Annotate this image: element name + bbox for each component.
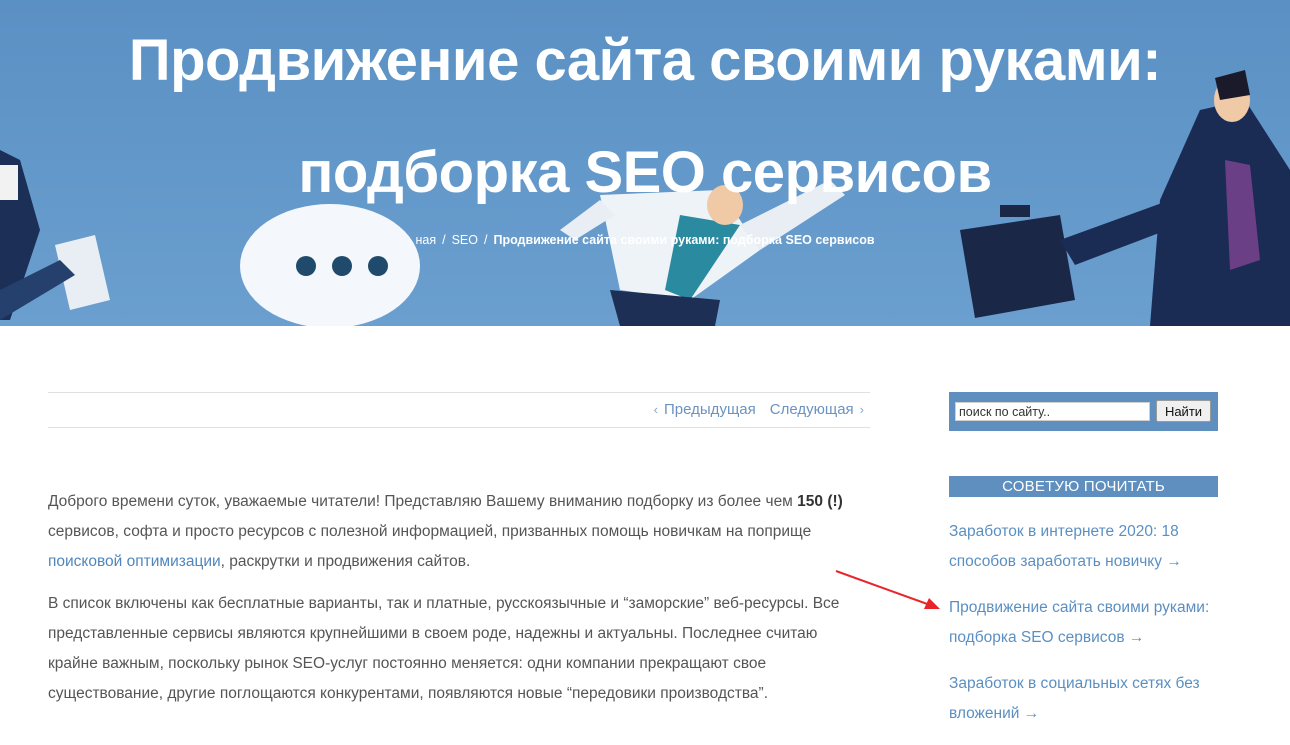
previous-post-link[interactable]: Предыдущая [664,401,756,418]
recommended-post-link[interactable]: Заработок в интернете 2020: 18 способов … [949,517,1239,577]
page-title-line1: Продвижение сайта своими руками: [128,28,1162,93]
breadcrumb: ная / SEO / Продвижение сайта своими руками:… [0,233,1290,247]
article-body: Доброго времени суток, уважаемые читател… [48,487,870,721]
search-input[interactable] [955,402,1150,421]
sidebar-search-widget: Найти [949,392,1218,431]
next-post-link[interactable]: Следующая [770,401,854,418]
recommended-posts-list: Заработок в интернете 2020: 18 способов … [949,517,1239,745]
recommended-widget-title: СОВЕТУЮ ПОЧИТАТЬ [949,476,1218,497]
recommended-post-link[interactable]: Продвижение сайта своими руками: подборк… [949,593,1239,653]
recommended-post-link[interactable]: Заработок в социальных сетях без вложени… [949,669,1239,729]
article-paragraph-2: В список включены как бесплатные вариант… [48,595,840,702]
article-text: Доброго времени суток, уважаемые читател… [48,493,798,510]
breadcrumb-separator: / [442,233,446,247]
article-text: сервисов, софта и просто ресурсов с поле… [48,523,812,540]
breadcrumb-category-link[interactable]: SEO [452,233,478,247]
breadcrumb-current: Продвижение сайта своими руками: подборк… [493,233,875,247]
article-text: , раскрутки и продвижения сайтов. [220,553,471,570]
page-title-line2: подборка SEO сервисов [298,140,992,205]
post-navigation: ‹ Предыдущая Следующая › [48,392,870,428]
article-bold-count: 150 (!) [797,493,843,510]
speech-bubble-art [240,204,420,326]
breadcrumb-separator: / [483,233,488,247]
chevron-left-icon: ‹ [653,402,659,417]
hero-banner: Продвижение сайта своими руками: подборк… [0,0,1290,326]
chevron-right-icon: › [859,402,864,417]
annotation-arrow-icon [835,570,940,609]
breadcrumb-home-link[interactable]: ная [415,233,436,247]
article-paragraph-1: Доброго времени суток, уважаемые читател… [48,487,870,577]
seo-optimization-link[interactable]: поисковой оптимизации [48,553,221,570]
search-button[interactable]: Найти [1156,400,1211,422]
